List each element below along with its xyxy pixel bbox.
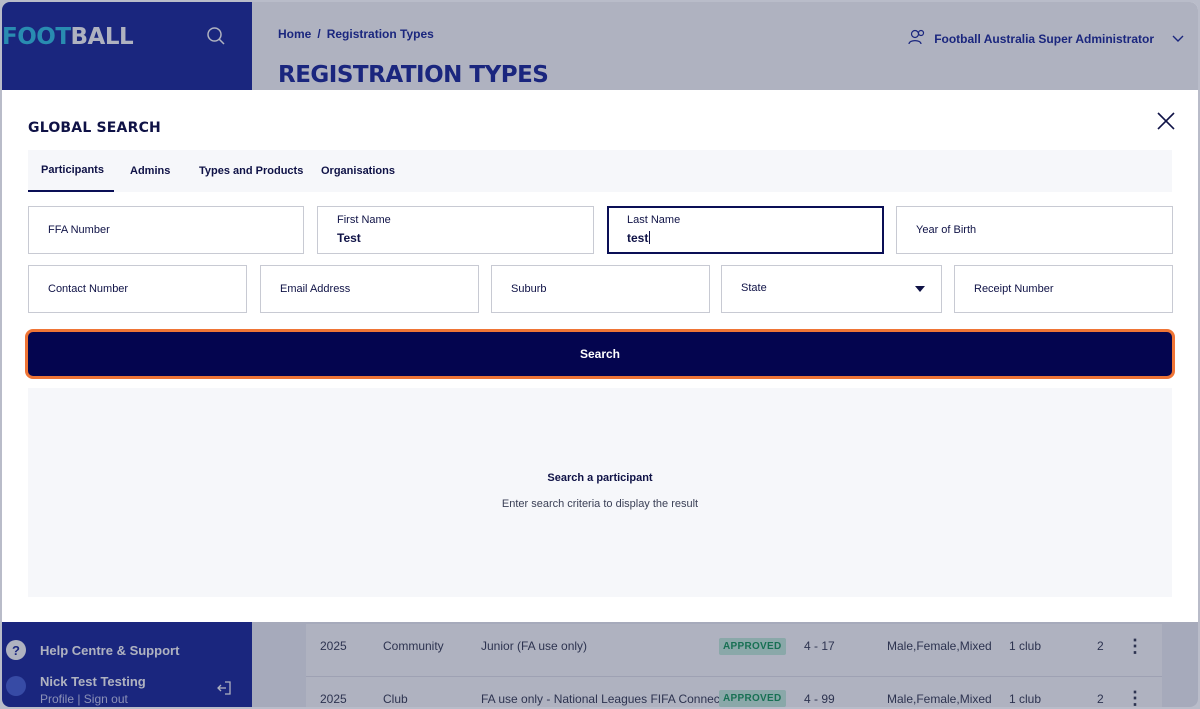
text-caret <box>649 231 651 244</box>
empty-state-title: Search a participant <box>547 472 653 484</box>
state-label: State <box>741 282 767 294</box>
year-of-birth-field[interactable]: Year of Birth <box>896 206 1173 254</box>
ffa-number-field[interactable]: FFA Number <box>28 206 304 254</box>
tab-organisations[interactable]: Organisations <box>321 150 395 192</box>
receipt-number-field[interactable]: Receipt Number <box>954 265 1173 313</box>
first-name-field[interactable]: First Name Test <box>317 206 594 254</box>
email-address-label: Email Address <box>280 283 351 295</box>
suburb-label: Suburb <box>511 283 547 295</box>
search-button[interactable]: Search <box>25 329 1175 379</box>
last-name-field[interactable]: Last Name test <box>607 206 884 254</box>
last-name-label: Last Name <box>627 214 681 226</box>
contact-number-field[interactable]: Contact Number <box>28 265 247 313</box>
ffa-number-label: FFA Number <box>48 224 110 236</box>
empty-state-subtitle: Enter search criteria to display the res… <box>501 498 699 510</box>
contact-number-label: Contact Number <box>48 283 129 295</box>
dropdown-caret-icon <box>915 286 925 292</box>
tab-types-and-products[interactable]: Types and Products <box>199 150 303 192</box>
tab-admins[interactable]: Admins <box>130 150 170 192</box>
year-of-birth-label: Year of Birth <box>916 224 977 236</box>
last-name-value-wrap: test <box>627 231 651 245</box>
suburb-field[interactable]: Suburb <box>491 265 710 313</box>
receipt-number-label: Receipt Number <box>974 283 1054 295</box>
last-name-value: test <box>627 231 649 245</box>
close-icon[interactable] <box>1155 110 1177 132</box>
modal-title: GLOBAL SEARCH <box>28 120 161 136</box>
search-results-panel: Search a participant Enter search criter… <box>28 388 1172 597</box>
first-name-label: First Name <box>337 214 391 226</box>
email-address-field[interactable]: Email Address <box>260 265 479 313</box>
state-select[interactable]: State <box>721 265 942 313</box>
global-search-modal: GLOBAL SEARCH Participants Admins Types … <box>2 90 1198 622</box>
tab-participants[interactable]: Participants <box>28 150 114 192</box>
first-name-value: Test <box>337 231 361 245</box>
search-tabs: Participants Admins Types and Products O… <box>28 150 1172 192</box>
